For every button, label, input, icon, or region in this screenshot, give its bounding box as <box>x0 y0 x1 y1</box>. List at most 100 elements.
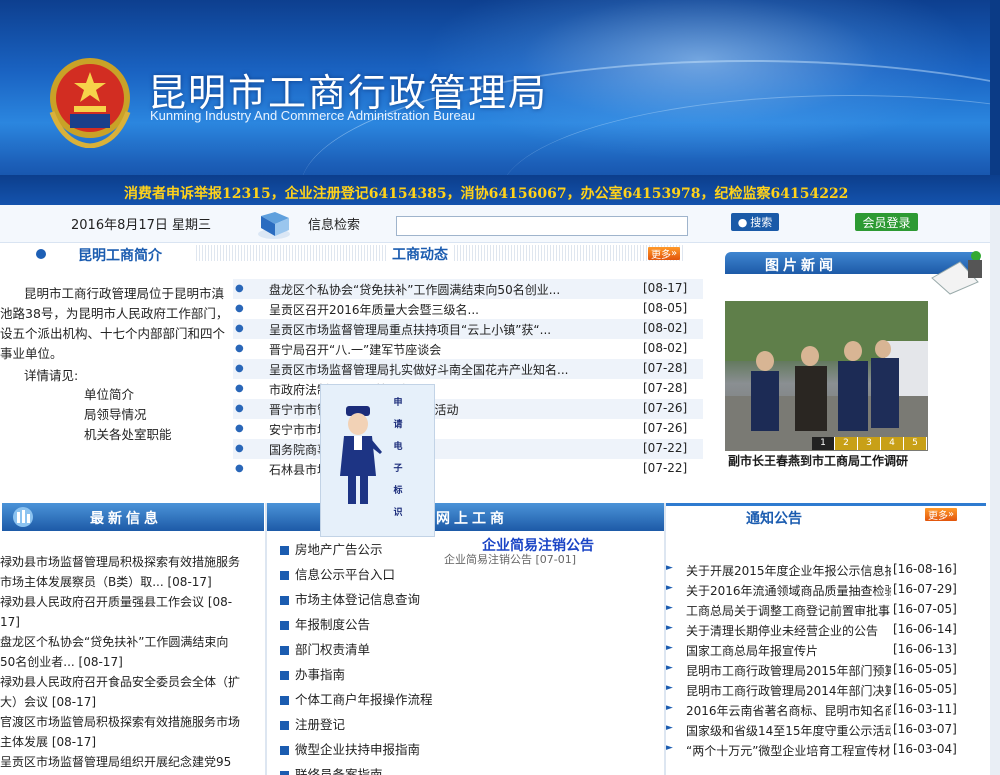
latest-item[interactable]: 呈贡区市场监督管理局组织开展纪念建党95 <box>0 752 240 772</box>
service-label[interactable]: 部门权责清单 <box>295 642 370 657</box>
photo-news-image[interactable] <box>725 301 928 451</box>
photo-page-button[interactable]: 3 <box>858 437 881 450</box>
photo-news-caption[interactable]: 副市长王春燕到市工商局工作调研 <box>728 452 908 469</box>
triangle-icon: ► <box>666 663 673 673</box>
notice-more-button[interactable]: 更多» <box>925 508 958 522</box>
news-item-date: [07-28] <box>643 381 688 395</box>
news-item[interactable]: ●市政府法制...开展...管局创...[07-28] <box>233 379 703 399</box>
news-item[interactable]: ● 呈贡区召开2016年质量大会暨三级名... [08-05] <box>233 299 703 319</box>
news-more-button[interactable]: 更多» <box>648 247 681 261</box>
service-link[interactable]: 市场主体登记信息查询 <box>280 589 420 608</box>
notice-item[interactable]: ► 关于清理长期停业未经营企业的公告 [16-06-14] <box>666 620 976 640</box>
service-label[interactable]: 注册登记 <box>295 717 345 732</box>
notice-item-title[interactable]: 国家工商总局年报宣传片 <box>686 642 891 659</box>
service-label[interactable]: 联络员备案指南 <box>295 767 383 775</box>
emblem-icon <box>49 58 131 148</box>
service-label[interactable]: 年报制度公告 <box>295 617 370 632</box>
notice-item[interactable]: ► 国家级和省级14至15年度守重公示活动... [16-03-07] <box>666 720 976 740</box>
service-label[interactable]: 信息公示平台入口 <box>295 567 395 582</box>
service-label[interactable]: 市场主体登记信息查询 <box>295 592 420 607</box>
service-link[interactable]: 注册登记 <box>280 714 345 733</box>
photo-page-button[interactable]: 4 <box>881 437 904 450</box>
e-label-text[interactable]: 申请电子标识 <box>392 392 404 524</box>
intro-link-leaders[interactable]: 局领导情况 <box>84 404 147 423</box>
notice-item[interactable]: ► 工商总局关于调整工商登记前置审批事... [16-07-05] <box>666 600 976 620</box>
news-item-date: [07-26] <box>643 421 688 435</box>
service-link[interactable]: 个体工商户年报操作流程 <box>280 689 433 708</box>
pin-icon: ● <box>235 443 244 454</box>
news-item-date: [08-17] <box>643 281 688 295</box>
notice-item-title[interactable]: 国家级和省级14至15年度守重公示活动... <box>686 722 891 739</box>
notice-item-title[interactable]: 昆明市工商行政管理局2015年部门预算... <box>686 662 891 679</box>
search-button[interactable]: ● 搜索 <box>731 213 779 231</box>
intro-link-functions[interactable]: 机关各处室职能 <box>84 424 172 443</box>
news-item[interactable]: ●晋宁市市管局...会战 冲制目标”活动[07-26] <box>233 399 703 419</box>
service-label[interactable]: 微型企业扶持申报指南 <box>295 742 420 757</box>
pin-icon: ● <box>235 303 244 314</box>
notice-title[interactable]: 通知公告 <box>746 508 802 528</box>
service-link[interactable]: 年报制度公告 <box>280 614 370 633</box>
notice-item-title[interactable]: 关于开展2015年度企业年报公示信息抽... <box>686 562 891 579</box>
notice-item-title[interactable]: 关于2016年流通领域商品质量抽查检验... <box>686 582 891 599</box>
square-bullet-icon <box>280 771 289 775</box>
notice-item-title[interactable]: 关于清理长期停业未经营企业的公告 <box>686 622 891 639</box>
search-input[interactable] <box>396 216 688 236</box>
service-link[interactable]: 部门权责清单 <box>280 639 370 658</box>
detail-label: 详情请见: <box>24 368 79 383</box>
photo-page-button[interactable]: 1 <box>812 437 835 450</box>
news-item-title[interactable]: 呈贡区市场监督管理局重点扶持项目“云上小镇”获“... <box>269 321 629 338</box>
service-link[interactable]: 房地产广告公示 <box>280 539 383 558</box>
latest-item[interactable]: 官渡区市场监管局积极探索有效措施服务市场主体发展 [08-17] <box>0 712 240 752</box>
news-item[interactable]: ●国务院商事...昆明开展督查[07-22] <box>233 439 703 459</box>
square-bullet-icon <box>280 571 289 580</box>
notice-item-title[interactable]: “两个十万元”微型企业培育工程宣传材... <box>686 742 891 759</box>
news-item[interactable]: ●石林县市场...把节...[07-22] <box>233 459 703 479</box>
news-item[interactable]: ● 呈贡区市场监督管理局重点扶持项目“云上小镇”获“... [08-02] <box>233 319 703 339</box>
notice-item[interactable]: ► 昆明市工商行政管理局2014年部门决算... [16-05-05] <box>666 680 976 700</box>
service-link[interactable]: 信息公示平台入口 <box>280 564 395 583</box>
service-link[interactable]: 办事指南 <box>280 664 345 683</box>
intro-link-unit[interactable]: 单位简介 <box>84 384 134 403</box>
site-title-en: Kunming Industry And Commerce Administra… <box>150 108 476 123</box>
notice-item-title[interactable]: 工商总局关于调整工商登记前置审批事... <box>686 602 891 619</box>
member-login-button[interactable]: 会员登录 <box>855 213 918 231</box>
news-item-date: [08-02] <box>643 321 688 335</box>
notice-item[interactable]: ► “两个十万元”微型企业培育工程宣传材... [16-03-04] <box>666 740 976 760</box>
service-label[interactable]: 房地产广告公示 <box>295 542 383 557</box>
notice-item[interactable]: ► 关于开展2015年度企业年报公示信息抽... [16-08-16] <box>666 560 976 580</box>
news-item-title[interactable]: 呈贡区召开2016年质量大会暨三级名... <box>269 301 629 318</box>
more-label: 更多 <box>651 250 671 261</box>
notice-item[interactable]: ► 国家工商总局年报宣传片 [16-06-13] <box>666 640 976 660</box>
notice-item-date: [16-03-04] <box>893 742 957 756</box>
pin-icon: ● <box>235 323 244 334</box>
notice-item-title[interactable]: 2016年云南省著名商标、昆明市知名商... <box>686 702 891 719</box>
photo-page-button[interactable]: 5 <box>904 437 927 450</box>
intro-title[interactable]: 昆明工商简介 <box>78 245 162 265</box>
notice-item-title[interactable]: 昆明市工商行政管理局2014年部门决算... <box>686 682 891 699</box>
news-item[interactable]: ● 盘龙区个私协会“贷免扶补”工作圆满结束向50名创业... [08-17] <box>233 279 703 299</box>
simple-cancel-item[interactable]: 企业简易注销公告 [07-01] <box>444 551 576 567</box>
notice-item[interactable]: ► 关于2016年流通领域商品质量抽查检验... [16-07-29] <box>666 580 976 600</box>
news-item-title[interactable]: 晋宁局召开“八.一”建军节座谈会 <box>269 341 629 358</box>
notice-item[interactable]: ► 2016年云南省著名商标、昆明市知名商... [16-03-11] <box>666 700 976 720</box>
photo-page-button[interactable]: 2 <box>835 437 858 450</box>
current-date: 2016年8月17日 星期三 <box>71 218 212 233</box>
news-item[interactable]: ● 晋宁局召开“八.一”建军节座谈会 [08-02] <box>233 339 703 359</box>
service-label[interactable]: 个体工商户年报操作流程 <box>295 692 433 707</box>
news-item[interactable]: ● 呈贡区市场监督管理局扎实做好斗南全国花卉产业知名... [07-28] <box>233 359 703 379</box>
latest-item[interactable]: 禄劝县人民政府召开食品安全委员会全体（扩大）会议 [08-17] <box>0 672 240 712</box>
service-link[interactable]: 微型企业扶持申报指南 <box>280 739 420 758</box>
latest-item[interactable]: 禄劝县市场监督管理局积极探索有效措施服务市场主体发展察员（B类）取... [08… <box>0 552 240 592</box>
news-item-title[interactable]: 盘龙区个私协会“贷免扶补”工作圆满结束向50名创业... <box>269 281 629 298</box>
news-title[interactable]: 工商动态 <box>386 244 454 264</box>
latest-title: 最新信息 <box>90 511 162 527</box>
square-bullet-icon <box>280 696 289 705</box>
service-label[interactable]: 办事指南 <box>295 667 345 682</box>
service-link[interactable]: 联络员备案指南 <box>280 764 383 775</box>
news-item[interactable]: ●安宁市市场...“安...[07-26] <box>233 419 703 439</box>
photo-scene <box>725 301 928 451</box>
notice-item[interactable]: ► 昆明市工商行政管理局2015年部门预算... [16-05-05] <box>666 660 976 680</box>
latest-item[interactable]: 盘龙区个私协会“贷免扶补”工作圆满结束向50名创业者... [08-17] <box>0 632 240 672</box>
latest-item[interactable]: 禄劝县人民政府召开质量强县工作会议 [08-17] <box>0 592 240 632</box>
news-item-title[interactable]: 呈贡区市场监督管理局扎实做好斗南全国花卉产业知名... <box>269 361 629 378</box>
